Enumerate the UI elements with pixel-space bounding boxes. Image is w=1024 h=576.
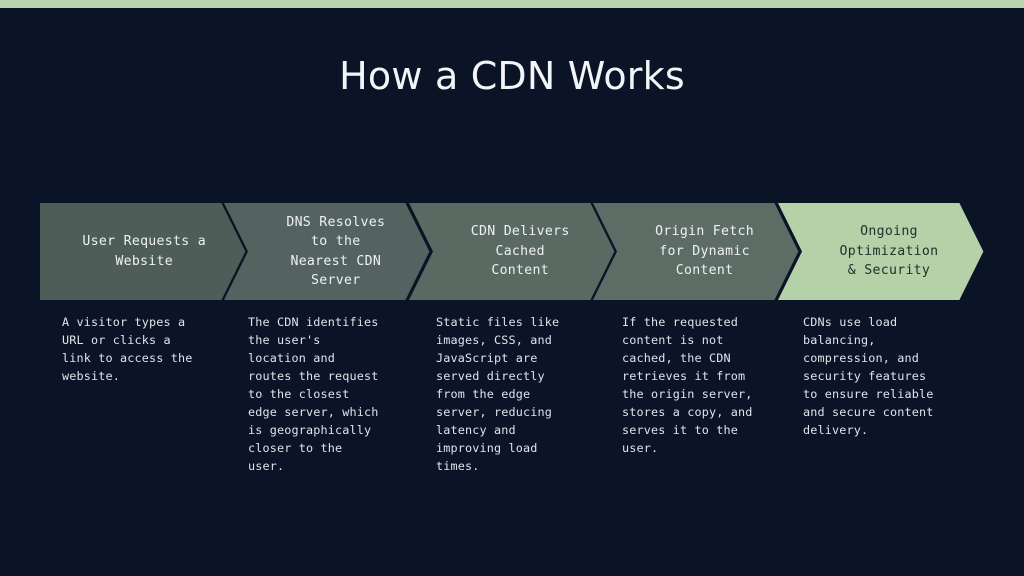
cdn-flow-descriptions: A visitor types a URL or clicks a link t… (40, 313, 986, 513)
flow-step-label-1: User Requests a Website (82, 234, 206, 269)
page-title: How a CDN Works (339, 54, 685, 99)
flow-step-label-5: Ongoing Optimization & Security (839, 224, 939, 279)
slide-canvas: How a CDN Works User Requests a Website D… (0, 0, 1024, 576)
flow-step-label-4: Origin Fetch for Dynamic Content (655, 224, 754, 279)
cdn-flow-diagram: User Requests a Website DNS Resolves to t… (40, 203, 986, 300)
flow-step-5[interactable]: Ongoing Optimization & Security (777, 203, 986, 300)
flow-step-1[interactable]: User Requests a Website (40, 203, 248, 300)
flow-step-description-2: The CDN identifies the user's location a… (248, 315, 379, 473)
flow-step-3[interactable]: CDN Delivers Cached Content (408, 203, 617, 300)
flow-step-label-3: CDN Delivers Cached Content (470, 224, 570, 279)
flow-step-description-5: CDNs use load balancing, compression, an… (803, 315, 934, 437)
flow-step-label-2: DNS Resolves to the Nearest CDN Server (286, 214, 386, 289)
flow-step-description-4: If the requested content is not cached, … (622, 315, 753, 455)
flow-step-2[interactable]: DNS Resolves to the Nearest CDN Server (224, 203, 432, 300)
top-accent-bar (0, 0, 1024, 8)
flow-step-description-1: A visitor types a URL or clicks a link t… (62, 315, 193, 383)
flow-step-4[interactable]: Origin Fetch for Dynamic Content (593, 203, 801, 300)
flow-step-description-3: Static files like images, CSS, and JavaS… (436, 315, 560, 473)
